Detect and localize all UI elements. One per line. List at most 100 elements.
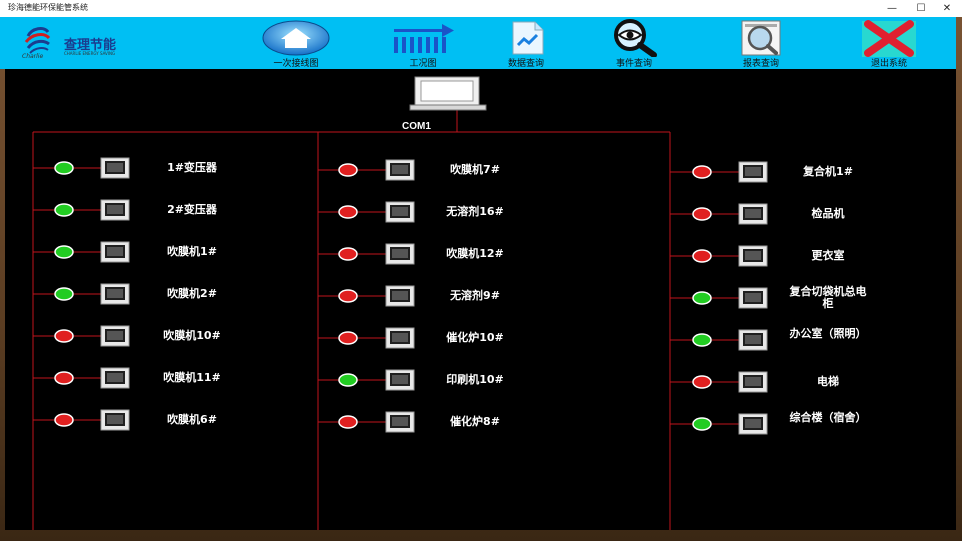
device-row[interactable] [670,245,768,267]
status-indicator-icon [54,161,74,175]
device-row[interactable] [318,369,415,391]
meter-display [392,375,408,384]
device-label: 吹膜机6# [167,413,217,426]
meter-display [392,417,408,426]
meter-icon [100,325,130,347]
status-indicator-icon [338,415,358,429]
status-indicator-icon [692,417,712,431]
device-row[interactable] [670,413,768,435]
meter-display [745,377,761,386]
company-logo: Charlie 查理节能 CHARLIE ENERGY SAVING [22,22,122,62]
device-row[interactable] [318,201,415,223]
toolbar-label: 一次接线图 [273,59,319,69]
meter-display [745,335,761,344]
device-row[interactable] [33,199,130,221]
status-indicator-icon [338,289,358,303]
toolbar-label: 数据查询 [507,59,544,69]
meter-display [745,419,761,428]
meter-display [107,247,123,256]
device-row[interactable] [318,285,415,307]
device-row[interactable] [670,287,768,309]
data-file-icon [512,21,544,55]
meter-icon [100,409,130,431]
meter-icon [100,367,130,389]
magnifier-eye-icon [614,19,657,57]
status-indicator-icon [692,165,712,179]
device-label: 催化炉8# [450,415,500,428]
device-label: 综合楼（宿舍） [789,411,867,424]
meter-icon [385,159,415,181]
device-label: 吹膜机10# [163,329,221,342]
device-row[interactable] [318,327,415,349]
meter-display [107,415,123,424]
device-row[interactable] [33,157,130,179]
close-button[interactable]: ✕ [932,0,962,17]
toolbar-working-diagram[interactable]: 工况图 [383,17,463,69]
meter-display [107,205,123,214]
device-row[interactable] [318,159,415,181]
device-row[interactable] [670,329,768,351]
device-label: 吹膜机2# [167,287,217,300]
meter-display [107,373,123,382]
toolbar-exit[interactable]: 退出系统 [849,17,929,69]
meter-display [392,249,408,258]
meter-display [745,293,761,302]
device-row[interactable] [33,241,130,263]
device-row[interactable] [318,243,415,265]
toolbar-data-query[interactable]: 数据查询 [486,17,566,69]
meter-icon [738,245,768,267]
device-row[interactable] [33,283,130,305]
meter-icon [385,285,415,307]
meter-icon [385,369,415,391]
meter-icon [100,283,130,305]
meter-icon [738,371,768,393]
status-indicator-icon [692,333,712,347]
status-indicator-icon [692,291,712,305]
device-label: 检品机 [811,207,845,220]
device-row[interactable] [670,371,768,393]
device-label: 复合切袋机总电柜 [789,285,867,310]
computer-icon [409,76,487,111]
meter-icon [100,199,130,221]
meter-icon [738,329,768,351]
meter-icon [385,201,415,223]
toolbar-label: 退出系统 [870,59,907,69]
meter-display [745,167,761,176]
status-indicator-icon [54,329,74,343]
device-label: 复合机1# [803,165,853,178]
device-label: 无溶剂9# [450,289,500,302]
device-row[interactable] [33,367,130,389]
meter-display [107,163,123,172]
device-label: 吹膜机7# [450,163,500,176]
toolbar-wiring-diagram[interactable]: 一次接线图 [256,17,336,69]
house-icon [262,20,330,56]
meter-display [745,209,761,218]
device-label: 印刷机10# [446,373,504,386]
device-row[interactable] [670,161,768,183]
status-indicator-icon [338,331,358,345]
status-indicator-icon [338,163,358,177]
device-row[interactable] [33,409,130,431]
device-row[interactable] [318,411,415,433]
device-label: 吹膜机1# [167,245,217,258]
device-row[interactable] [670,203,768,225]
toolbar-event-query[interactable]: 事件查询 [594,17,674,69]
wiring-diagram-panel: COM1 1#变压器 2#变压器 吹膜机1# 吹膜机2# 吹膜机10# 吹膜机11# 吹膜机… [5,69,956,530]
logo-subtext: CHARLIE ENERGY SAVING [64,51,116,56]
toolbar-label: 工况图 [409,59,437,69]
meter-icon [385,327,415,349]
toolbar-report-query[interactable]: 报表查询 [721,17,801,69]
window: 珍海德能环保能管系统 — ☐ ✕ Charlie 查理节能 CHARLIE EN… [0,0,962,541]
minimize-button[interactable]: — [877,0,907,17]
status-indicator-icon [338,373,358,387]
device-layer [33,157,768,435]
device-label: 吹膜机12# [446,247,504,260]
status-indicator-icon [54,371,74,385]
exit-x-icon [862,20,916,57]
meter-icon [385,243,415,265]
device-row[interactable] [33,325,130,347]
device-label: 1#变压器 [167,161,217,174]
meter-display [392,207,408,216]
meter-icon [738,203,768,225]
status-indicator-icon [692,207,712,221]
